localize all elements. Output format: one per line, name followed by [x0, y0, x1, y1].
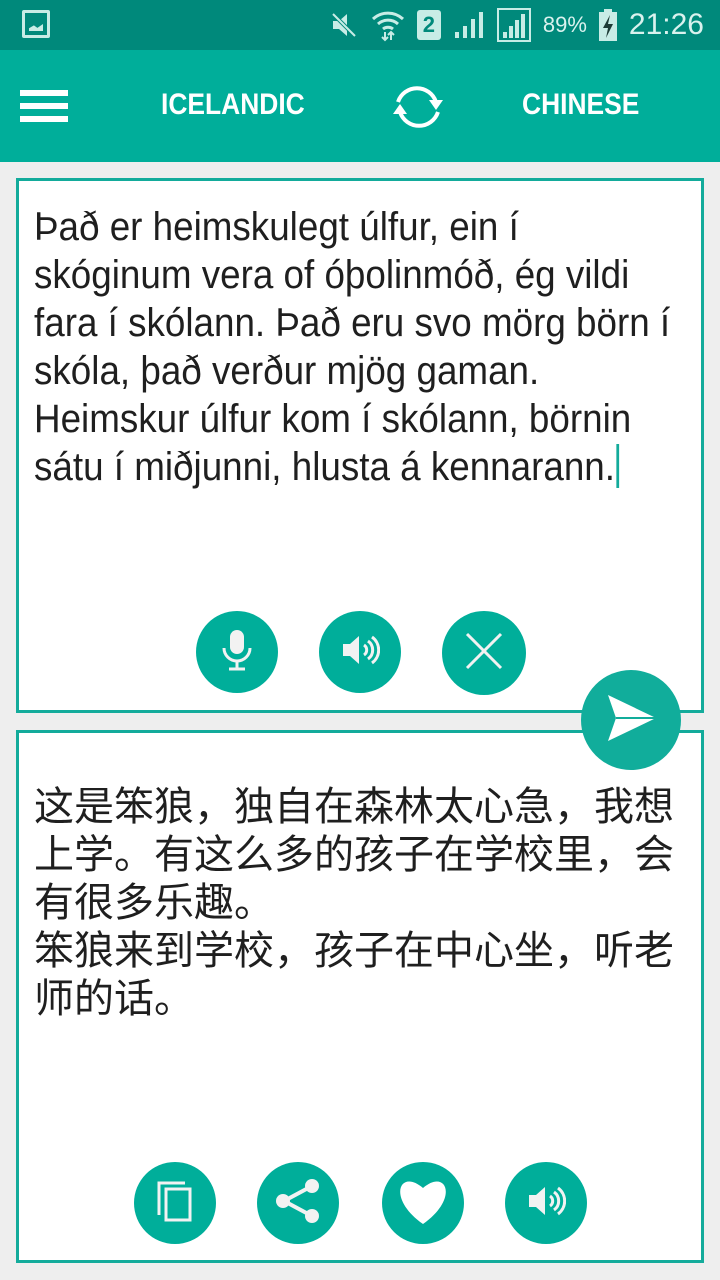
microphone-icon [220, 628, 254, 677]
microphone-button[interactable] [196, 611, 278, 693]
source-text-panel: Það er heimskulegt úlfur, ein í skóginum… [16, 178, 704, 713]
clock: 21:26 [628, 8, 704, 41]
translation-panel: 这是笨狼，独自在森林太心急，我想上学。有这么多的孩子在学校里，会有很多乐趣。 笨… [16, 730, 704, 1263]
copy-button[interactable] [134, 1162, 216, 1244]
gallery-icon [22, 10, 50, 38]
battery-charging-icon [598, 9, 617, 41]
translate-button[interactable] [581, 670, 681, 770]
signal-icon [453, 10, 485, 40]
target-language-button[interactable]: CHINESE [522, 88, 639, 122]
favorite-button[interactable] [382, 1162, 464, 1244]
sim2-icon: 2 [416, 10, 441, 40]
speak-source-button[interactable] [319, 611, 401, 693]
send-icon [604, 693, 658, 748]
speak-target-button[interactable] [505, 1162, 587, 1244]
status-bar: 2 89% 21:26 [0, 0, 720, 50]
share-icon [274, 1178, 322, 1229]
text-caret [615, 444, 619, 488]
source-language-button[interactable]: ICELANDIC [161, 88, 305, 122]
heart-icon [394, 1176, 452, 1231]
mute-icon [329, 10, 359, 40]
signal-icon-2 [496, 8, 531, 42]
translated-text: 这是笨狼，独自在森林太心急，我想上学。有这么多的孩子在学校里，会有很多乐趣。 笨… [34, 784, 674, 1022]
speaker-icon [526, 1183, 567, 1224]
share-button[interactable] [257, 1162, 339, 1244]
source-text-input[interactable]: Það er heimskulegt úlfur, ein í skóginum… [34, 203, 678, 491]
hamburger-menu-icon[interactable] [20, 90, 68, 124]
app-bar: ICELANDIC CHINESE [0, 50, 720, 162]
battery-percentage: 89% [542, 12, 587, 37]
copy-icon [155, 1179, 195, 1228]
speaker-icon [340, 632, 381, 673]
clear-button[interactable] [442, 611, 526, 695]
source-text[interactable]: Það er heimskulegt úlfur, ein í skóginum… [34, 205, 680, 489]
swap-languages-icon[interactable] [384, 78, 452, 136]
close-icon [464, 631, 504, 676]
wifi-icon [371, 8, 405, 42]
